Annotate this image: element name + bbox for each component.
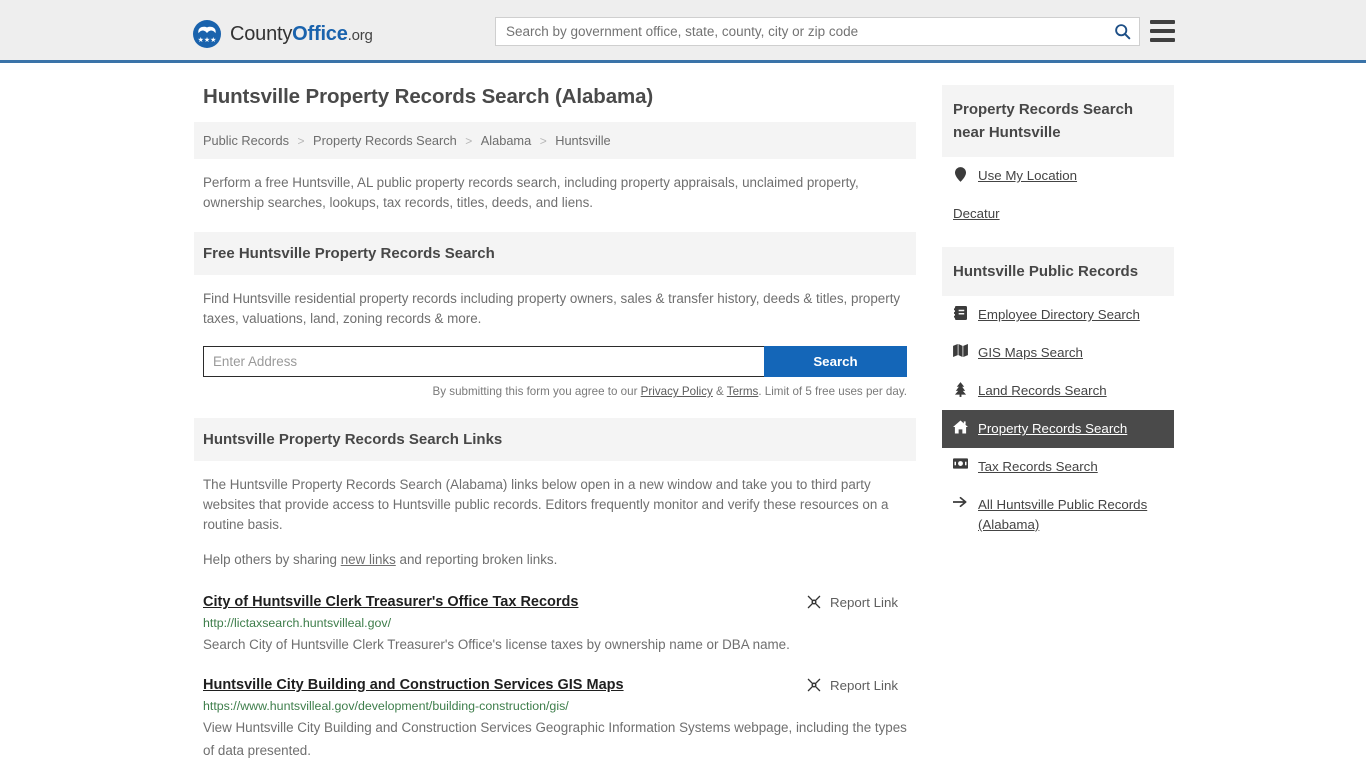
main-column: Huntsville Property Records Search (Alab…: [194, 85, 916, 762]
global-search-input[interactable]: [496, 18, 1105, 45]
sidebar-near-list: Use My Location Decatur: [942, 157, 1174, 233]
tree-icon: [953, 382, 968, 397]
sidebar-item-employee-directory-search[interactable]: Employee Directory Search: [942, 296, 1174, 334]
sidebar-link-label[interactable]: GIS Maps Search: [978, 343, 1083, 363]
breadcrumb-separator: >: [539, 134, 547, 148]
note-amp: &: [712, 385, 727, 398]
page-intro-text: Perform a free Huntsville, AL public pro…: [203, 175, 859, 210]
report-link-label: Report Link: [830, 594, 898, 610]
note-prefix: By submitting this form you agree to our: [432, 385, 641, 398]
sidebar-near-link-label[interactable]: Decatur: [953, 204, 1000, 224]
site-logo[interactable]: ★★★ CountyOffice.org: [193, 20, 373, 48]
address-input[interactable]: [203, 346, 764, 377]
report-link-button[interactable]: Report Link: [806, 677, 907, 693]
arrow-right-icon: [953, 496, 968, 508]
link-result-title[interactable]: City of Huntsville Clerk Treasurer's Off…: [203, 594, 578, 610]
sidebar-near-link-label[interactable]: Use My Location: [978, 166, 1077, 186]
breadcrumb-item-huntsville[interactable]: Huntsville: [555, 133, 610, 148]
sidebar-public-records-heading: Huntsville Public Records: [942, 247, 1174, 296]
money-bill-icon: [953, 458, 968, 469]
sidebar-item-land-records-search[interactable]: Land Records Search: [942, 372, 1174, 410]
sidebar-item-property-records-search[interactable]: Property Records Search: [942, 410, 1174, 448]
link-result-description: Search City of Huntsville Clerk Treasure…: [203, 637, 790, 652]
map-icon: [953, 344, 968, 357]
sidebar-link-label[interactable]: Land Records Search: [978, 381, 1107, 401]
link-result-header: City of Huntsville Clerk Treasurer's Off…: [203, 594, 907, 610]
three-stars-icon: ★★★: [197, 37, 217, 44]
broken-link-icon: [807, 678, 821, 692]
link-result-url: https://www.huntsvilleal.gov/development…: [203, 699, 569, 713]
breadcrumb-item-public-records[interactable]: Public Records: [203, 133, 289, 148]
page-body: Huntsville Property Records Search (Alab…: [0, 63, 1366, 762]
logo-text-office: Office: [292, 22, 348, 45]
sidebar-link-label[interactable]: Property Records Search: [978, 419, 1127, 439]
privacy-policy-link[interactable]: Privacy Policy: [641, 385, 713, 398]
link-result-url: http://lictaxsearch.huntsvilleal.gov/: [203, 616, 392, 630]
breadcrumb-item-property-records-search[interactable]: Property Records Search: [313, 133, 457, 148]
logo-text-county: County: [230, 22, 293, 45]
link-result-description: View Huntsville City Building and Constr…: [203, 720, 907, 758]
form-legal-note: By submitting this form you agree to our…: [203, 385, 907, 398]
links-section-description: The Huntsville Property Records Search (…: [203, 477, 889, 532]
sidebar-item-tax-records-search[interactable]: Tax Records Search: [942, 448, 1174, 486]
report-link-button[interactable]: Report Link: [806, 594, 907, 610]
free-search-description: Find Huntsville residential property rec…: [203, 291, 901, 326]
county-office-emblem-icon: ★★★: [193, 20, 221, 48]
free-search-heading: Free Huntsville Property Records Search: [194, 232, 916, 275]
address-search-form: Search: [203, 346, 907, 377]
link-result: Huntsville City Building and Constructio…: [194, 677, 916, 762]
link-result-header: Huntsville City Building and Constructio…: [203, 677, 907, 693]
sidebar-item-use-my-location[interactable]: Use My Location: [942, 157, 1174, 195]
breadcrumb: Public Records > Property Records Search…: [194, 122, 916, 159]
sidebar-link-label[interactable]: Employee Directory Search: [978, 305, 1140, 325]
new-links-link[interactable]: new links: [341, 552, 396, 567]
global-search-submit-button[interactable]: [1105, 18, 1139, 45]
hamburger-menu-icon[interactable]: [1150, 20, 1175, 42]
broken-link-icon: [807, 595, 821, 609]
sidebar-item-decatur[interactable]: Decatur: [942, 195, 1174, 233]
hamburger-bar: [1150, 20, 1175, 24]
hamburger-bar: [1150, 29, 1175, 33]
search-icon: [1114, 24, 1130, 40]
breadcrumb-separator: >: [465, 134, 473, 148]
help-suffix: and reporting broken links.: [395, 552, 558, 567]
address-book-icon: [953, 306, 968, 320]
links-section-heading: Huntsville Property Records Search Links: [194, 418, 916, 461]
content-container: Huntsville Property Records Search (Alab…: [194, 85, 1174, 762]
link-result: City of Huntsville Clerk Treasurer's Off…: [194, 594, 916, 656]
sidebar-near-heading: Property Records Search near Huntsville: [942, 85, 1174, 157]
sidebar-item-gis-maps-search[interactable]: GIS Maps Search: [942, 334, 1174, 372]
breadcrumb-item-alabama[interactable]: Alabama: [481, 133, 532, 148]
home-icon: [953, 420, 968, 434]
address-search-button[interactable]: Search: [764, 346, 907, 377]
link-result-title[interactable]: Huntsville City Building and Constructio…: [203, 677, 624, 693]
help-others-text: Help others by sharing new links and rep…: [194, 538, 916, 573]
global-search-box[interactable]: [495, 17, 1140, 46]
terms-link[interactable]: Terms: [727, 385, 759, 398]
help-prefix: Help others by sharing: [203, 552, 341, 567]
sidebar-link-label[interactable]: Tax Records Search: [978, 457, 1098, 477]
logo-wordmark: CountyOffice.org: [230, 23, 373, 46]
site-header: ★★★ CountyOffice.org: [0, 0, 1366, 63]
breadcrumb-separator: >: [297, 134, 305, 148]
report-link-label: Report Link: [830, 677, 898, 693]
eagle-icon: [198, 26, 216, 34]
sidebar: Property Records Search near Huntsville …: [942, 85, 1174, 762]
sidebar-item-all-public-records[interactable]: All Huntsville Public Records (Alabama): [942, 486, 1174, 544]
page-title: Huntsville Property Records Search (Alab…: [203, 85, 654, 108]
sidebar-public-records-list: Employee Directory Search GIS Maps Searc…: [942, 296, 1174, 544]
hamburger-bar: [1150, 38, 1175, 42]
sidebar-link-label[interactable]: All Huntsville Public Records (Alabama): [978, 495, 1163, 535]
note-suffix: . Limit of 5 free uses per day.: [758, 385, 907, 398]
map-pin-icon: [953, 167, 968, 182]
logo-text-org: .org: [347, 26, 373, 44]
